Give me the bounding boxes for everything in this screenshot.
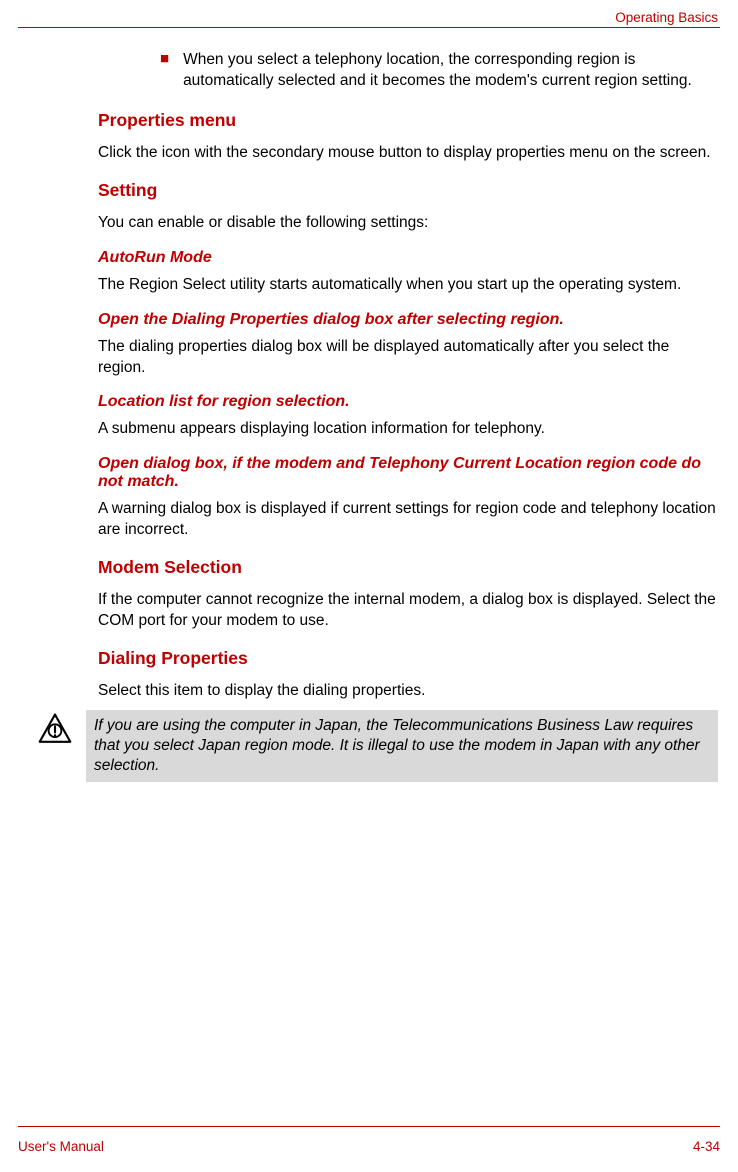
- body-open-dialing: The dialing properties dialog box will b…: [98, 337, 718, 379]
- body-location-list: A submenu appears displaying location in…: [98, 419, 718, 440]
- subheading-open-dialing: Open the Dialing Properties dialog box a…: [98, 311, 718, 329]
- heading-dialing-properties: Dialing Properties: [18, 648, 718, 669]
- heading-setting: Setting: [18, 180, 718, 201]
- body-autorun: The Region Select utility starts automat…: [98, 275, 718, 296]
- subheading-location-list: Location list for region selection.: [98, 393, 718, 411]
- heading-properties-menu: Properties menu: [18, 110, 718, 131]
- footer-page-number: 4-34: [693, 1139, 720, 1154]
- body-setting-intro: You can enable or disable the following …: [98, 213, 718, 234]
- body-modem-selection: If the computer cannot recognize the int…: [98, 590, 718, 632]
- header-divider: [18, 27, 720, 28]
- body-open-dialog-mismatch: A warning dialog box is displayed if cur…: [98, 499, 718, 541]
- bullet-text: When you select a telephony location, th…: [183, 50, 718, 92]
- footer-divider: [18, 1126, 720, 1127]
- heading-modem-selection: Modem Selection: [18, 557, 718, 578]
- subheading-open-dialog-mismatch: Open dialog box, if the modem and Teleph…: [98, 455, 718, 491]
- content-area: ■ When you select a telephony location, …: [18, 50, 720, 782]
- body-properties-menu: Click the icon with the secondary mouse …: [98, 143, 718, 164]
- warning-note: If you are using the computer in Japan, …: [38, 710, 718, 782]
- footer-manual-label: User's Manual: [18, 1139, 104, 1154]
- warning-text: If you are using the computer in Japan, …: [86, 710, 718, 782]
- bullet-item: ■ When you select a telephony location, …: [160, 50, 718, 92]
- section-header: Operating Basics: [18, 10, 720, 25]
- body-dialing-properties: Select this item to display the dialing …: [98, 681, 718, 702]
- page-footer: User's Manual 4-34: [18, 1118, 720, 1154]
- warning-icon: [38, 712, 72, 746]
- square-bullet-icon: ■: [160, 50, 169, 68]
- subheading-autorun: AutoRun Mode: [98, 249, 718, 267]
